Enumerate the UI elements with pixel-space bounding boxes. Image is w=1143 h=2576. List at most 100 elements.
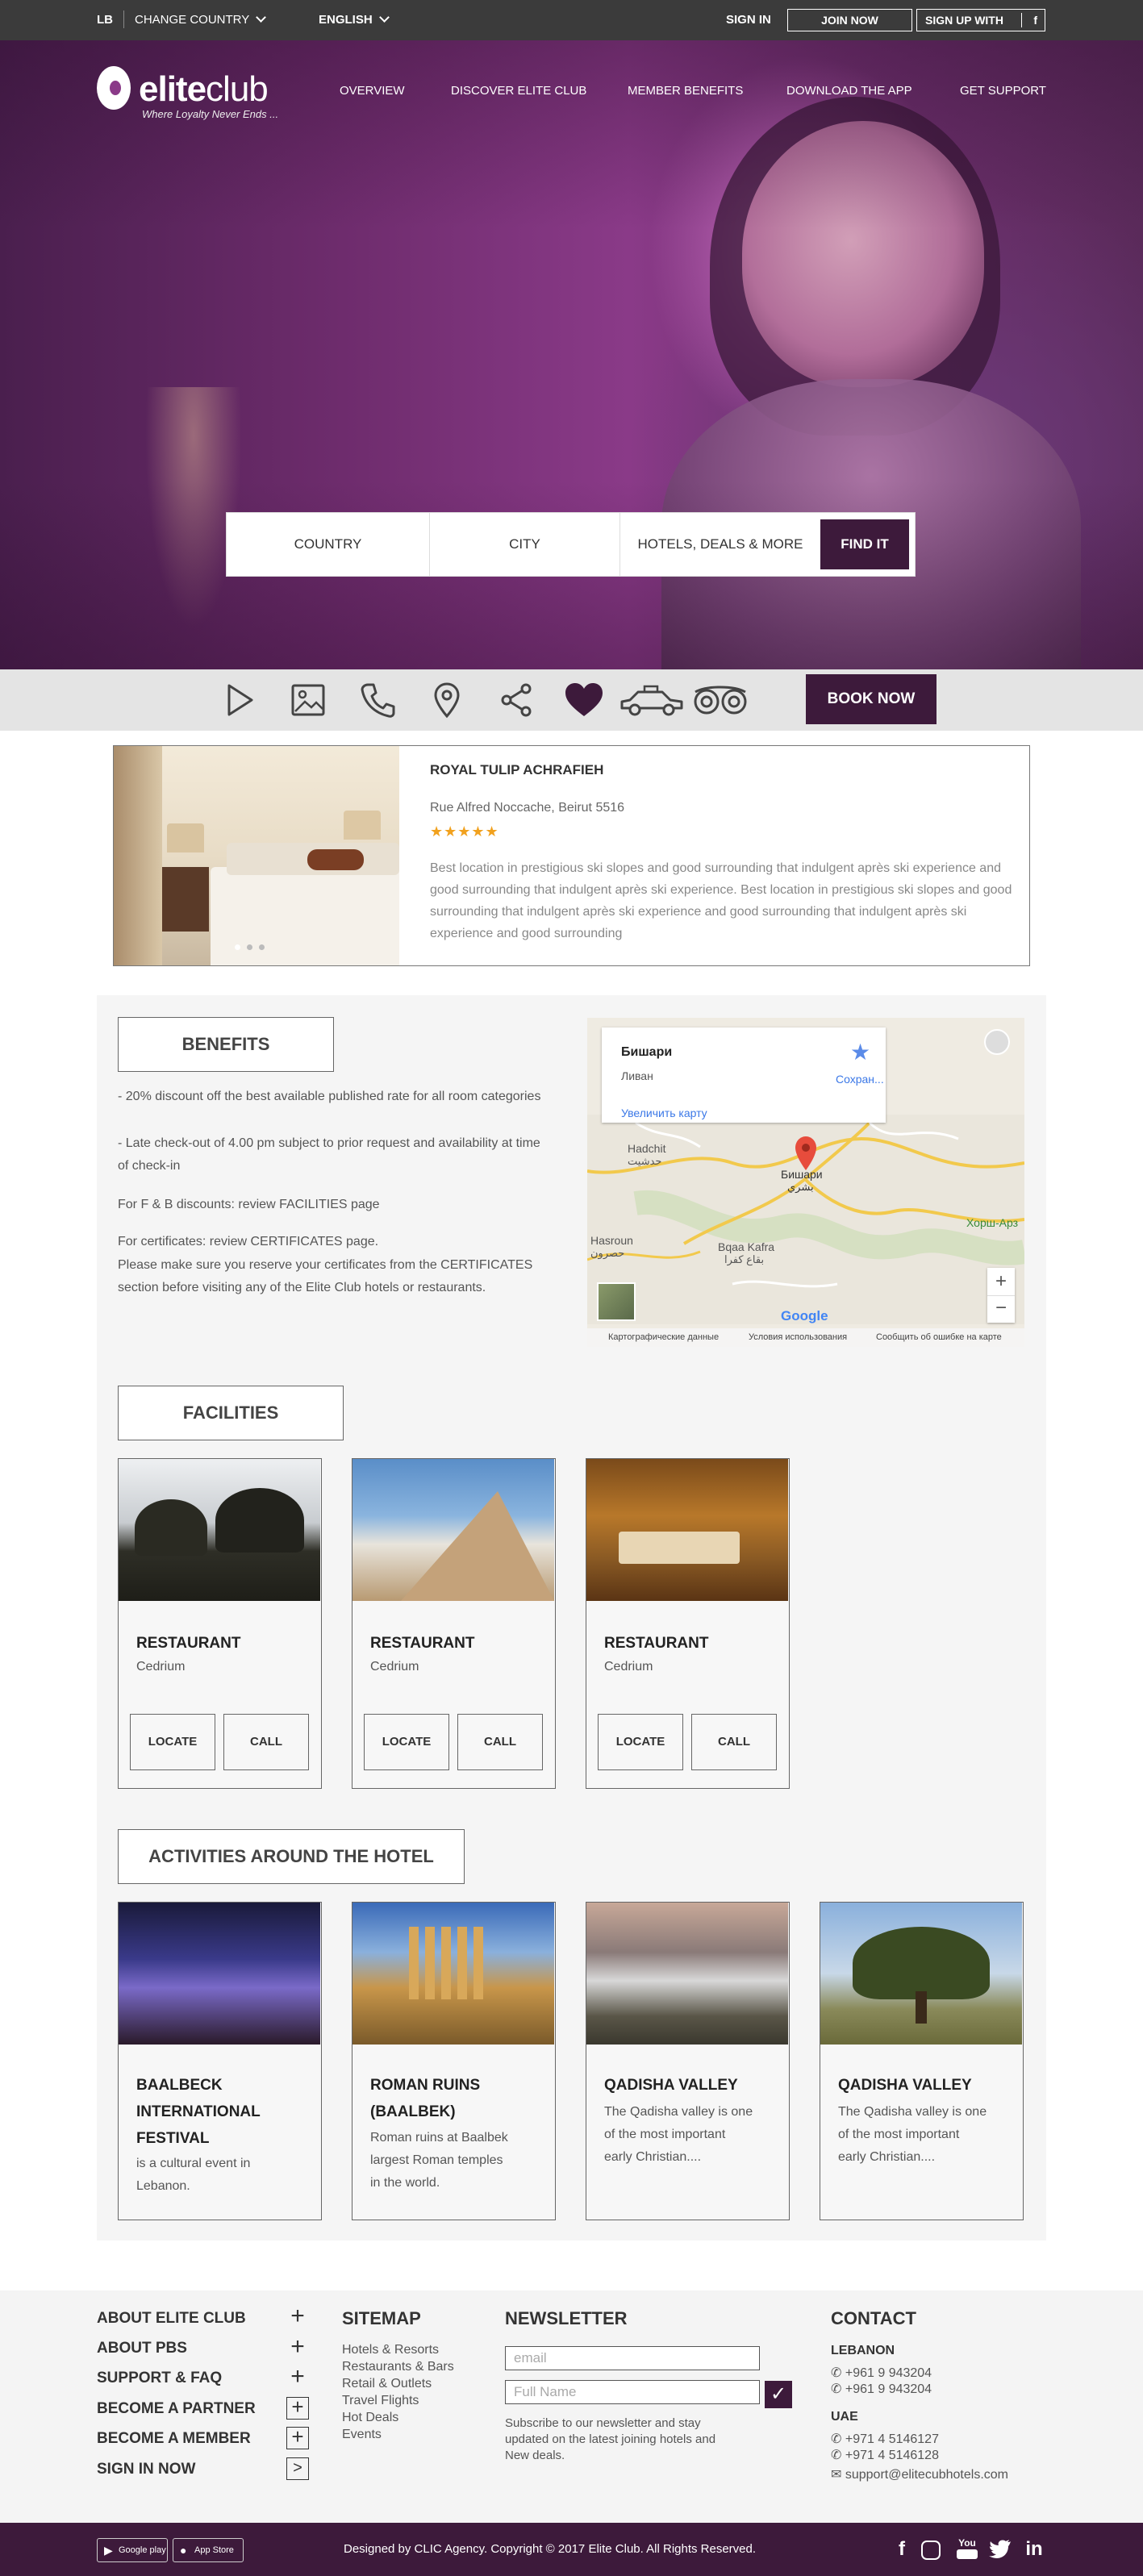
call-button[interactable]: CALL xyxy=(457,1714,543,1770)
zoom-out-button[interactable]: − xyxy=(987,1295,1015,1323)
book-now-button[interactable]: BOOK NOW xyxy=(806,674,937,724)
sitemap-link[interactable]: Hot Deals xyxy=(342,2411,398,2425)
nav-get-support[interactable]: GET SUPPORT xyxy=(960,84,1046,98)
expand-plus-icon[interactable]: + xyxy=(286,2396,309,2420)
newsletter-name-input[interactable]: Full Name xyxy=(505,2380,760,2404)
sitemap-link[interactable]: Hotels & Resorts xyxy=(342,2343,439,2357)
phone-icon: ✆ xyxy=(831,2432,845,2446)
sitemap-link[interactable]: Travel Flights xyxy=(342,2394,419,2408)
activity-title: QADISHA VALLEY xyxy=(838,2077,972,2094)
enlarge-map-link[interactable]: Увеличить карту xyxy=(621,1107,707,1119)
find-it-button[interactable]: FIND IT xyxy=(820,519,909,569)
location-pin-icon[interactable] xyxy=(428,681,466,719)
country-select[interactable]: COUNTRY xyxy=(227,513,430,576)
locate-button[interactable]: LOCATE xyxy=(364,1714,449,1770)
newsletter-email-input[interactable]: email xyxy=(505,2346,760,2370)
sitemap-link[interactable]: Restaurants & Bars xyxy=(342,2360,454,2374)
change-country-dropdown[interactable]: CHANGE COUNTRY xyxy=(135,12,267,27)
footer-link-support-faq[interactable]: SUPPORT & FAQ xyxy=(97,2370,222,2387)
call-button[interactable]: CALL xyxy=(223,1714,309,1770)
contact-email[interactable]: ✉ support@elitecubhotels.com xyxy=(831,2466,1008,2482)
benefit-line: Please make sure you reserve your certif… xyxy=(118,1258,533,1294)
play-icon[interactable] xyxy=(219,681,258,719)
app-store-badge[interactable]: ● App Store xyxy=(173,2538,244,2562)
map-label-hadchit: Hadchit xyxy=(628,1142,666,1155)
google-map[interactable]: Бишари Ливан Увеличить карту ★ Сохран...… xyxy=(587,1018,1024,1347)
chevron-right-icon[interactable]: > xyxy=(286,2457,309,2480)
footer-link-become-member[interactable]: BECOME A MEMBER xyxy=(97,2430,251,2448)
map-settings-icon[interactable] xyxy=(984,1029,1010,1055)
activity-description: is a cultural event in xyxy=(136,2157,251,2170)
expand-plus-icon[interactable]: + xyxy=(286,2426,309,2449)
sign-in-link[interactable]: SIGN IN xyxy=(726,13,771,27)
map-label-bsharri-ar: بشري xyxy=(787,1181,814,1193)
map-data-link[interactable]: Картографические данные xyxy=(608,1332,719,1342)
footer-link-sign-in-now[interactable]: SIGN IN NOW xyxy=(97,2461,195,2478)
map-label-bqaa-ar: بقاع كفرا xyxy=(724,1253,765,1265)
brand-name-light: club xyxy=(206,69,269,109)
facilities-heading: FACILITIES xyxy=(118,1386,344,1440)
hotel-name: ROYAL TULIP ACHRAFIEH xyxy=(430,762,604,777)
benefit-line: - Late check-out of 4.00 pm subject to p… xyxy=(118,1136,540,1173)
activity-card: QADISHA VALLEY The Qadisha valley is one… xyxy=(820,1902,1024,2220)
twitter-icon[interactable]: tw xyxy=(989,2539,1012,2561)
tripadvisor-icon[interactable] xyxy=(689,681,752,719)
phone-icon[interactable] xyxy=(358,681,397,719)
locate-button[interactable]: LOCATE xyxy=(598,1714,683,1770)
map-terms-link[interactable]: Условия использования xyxy=(749,1332,847,1342)
heart-icon[interactable] xyxy=(563,681,605,719)
envelope-icon: ✉ xyxy=(831,2468,845,2482)
map-report-link[interactable]: Сообщить об ошибке на карте xyxy=(876,1332,1002,1342)
contact-phone[interactable]: ✆ +961 9 943204 xyxy=(831,2365,932,2381)
google-play-badge[interactable]: ▶ Google play xyxy=(97,2538,168,2562)
bottom-bar: ▶ Google play ● App Store Designed by CLIC… xyxy=(0,2523,1143,2576)
nav-member-benefits[interactable]: MEMBER BENEFITS xyxy=(628,84,743,98)
expand-plus-icon[interactable]: + xyxy=(286,2304,309,2329)
language-dropdown[interactable]: ENGLISH xyxy=(319,12,390,27)
submit-checkmark-button[interactable]: ✓ xyxy=(765,2381,792,2408)
map-marker-icon[interactable] xyxy=(794,1136,818,1171)
sign-up-with-button[interactable]: SIGN UP WITH f xyxy=(916,9,1045,31)
save-star-icon[interactable]: ★ xyxy=(850,1039,870,1065)
footer-link-about-pbs[interactable]: ABOUT PBS xyxy=(97,2340,187,2357)
contact-phone[interactable]: ✆ +971 4 5146128 xyxy=(831,2447,939,2463)
gallery-icon[interactable] xyxy=(289,681,327,719)
facebook-icon[interactable]: f xyxy=(891,2538,913,2561)
share-icon[interactable] xyxy=(497,681,536,719)
youtube-icon[interactable]: You xyxy=(955,2537,979,2560)
brand-name-bold: elite xyxy=(139,69,206,109)
facility-card: RESTAURANT Cedrium LOCATE CALL xyxy=(118,1458,322,1789)
contact-phone[interactable]: ✆ +961 9 943204 xyxy=(831,2381,932,2397)
brand-tagline: Where Loyalty Never Ends ... xyxy=(142,108,279,120)
nav-discover[interactable]: DISCOVER ELITE CLUB xyxy=(451,84,586,98)
sitemap-link[interactable]: Retail & Outlets xyxy=(342,2377,432,2391)
locate-button[interactable]: LOCATE xyxy=(130,1714,215,1770)
sitemap-heading: SITEMAP xyxy=(342,2308,421,2328)
footer-link-about-elite-club[interactable]: ABOUT ELITE CLUB xyxy=(97,2310,246,2328)
satellite-toggle[interactable] xyxy=(597,1282,636,1321)
footer-link-become-partner[interactable]: BECOME A PARTNER xyxy=(97,2400,256,2418)
map-label-khorsh: Хорш-Арз xyxy=(966,1216,1019,1229)
contact-phone[interactable]: ✆ +971 4 5146127 xyxy=(831,2431,939,2447)
join-now-button[interactable]: JOIN NOW xyxy=(787,9,912,31)
activity-description: early Christian.... xyxy=(838,2150,936,2164)
expand-plus-icon[interactable]: + xyxy=(286,2335,309,2360)
city-select[interactable]: CITY xyxy=(430,513,620,576)
call-button[interactable]: CALL xyxy=(691,1714,777,1770)
expand-plus-icon[interactable]: + xyxy=(286,2365,309,2390)
nav-overview[interactable]: OVERVIEW xyxy=(340,84,405,98)
save-place-link[interactable]: Сохран... xyxy=(836,1073,884,1086)
qadisha-valley-image xyxy=(586,1903,788,2045)
nav-download-app[interactable]: DOWNLOAD THE APP xyxy=(786,84,912,98)
zoom-in-button[interactable]: + xyxy=(987,1268,1015,1295)
taxi-icon[interactable] xyxy=(617,681,686,719)
sitemap-link[interactable]: Events xyxy=(342,2428,382,2442)
carousel-dots[interactable] xyxy=(235,940,283,950)
facility-card: RESTAURANT Cedrium LOCATE CALL xyxy=(586,1458,790,1789)
instagram-icon[interactable]: ig xyxy=(921,2541,941,2560)
hotels-deals-select[interactable]: HOTELS, DEALS & MORE xyxy=(620,513,820,576)
linkedin-icon[interactable]: in xyxy=(1023,2538,1045,2561)
benefit-line: - 20% discount off the best available pu… xyxy=(118,1090,541,1103)
hotel-star-rating: ★★★★★ xyxy=(430,823,499,840)
divider xyxy=(1021,13,1022,27)
